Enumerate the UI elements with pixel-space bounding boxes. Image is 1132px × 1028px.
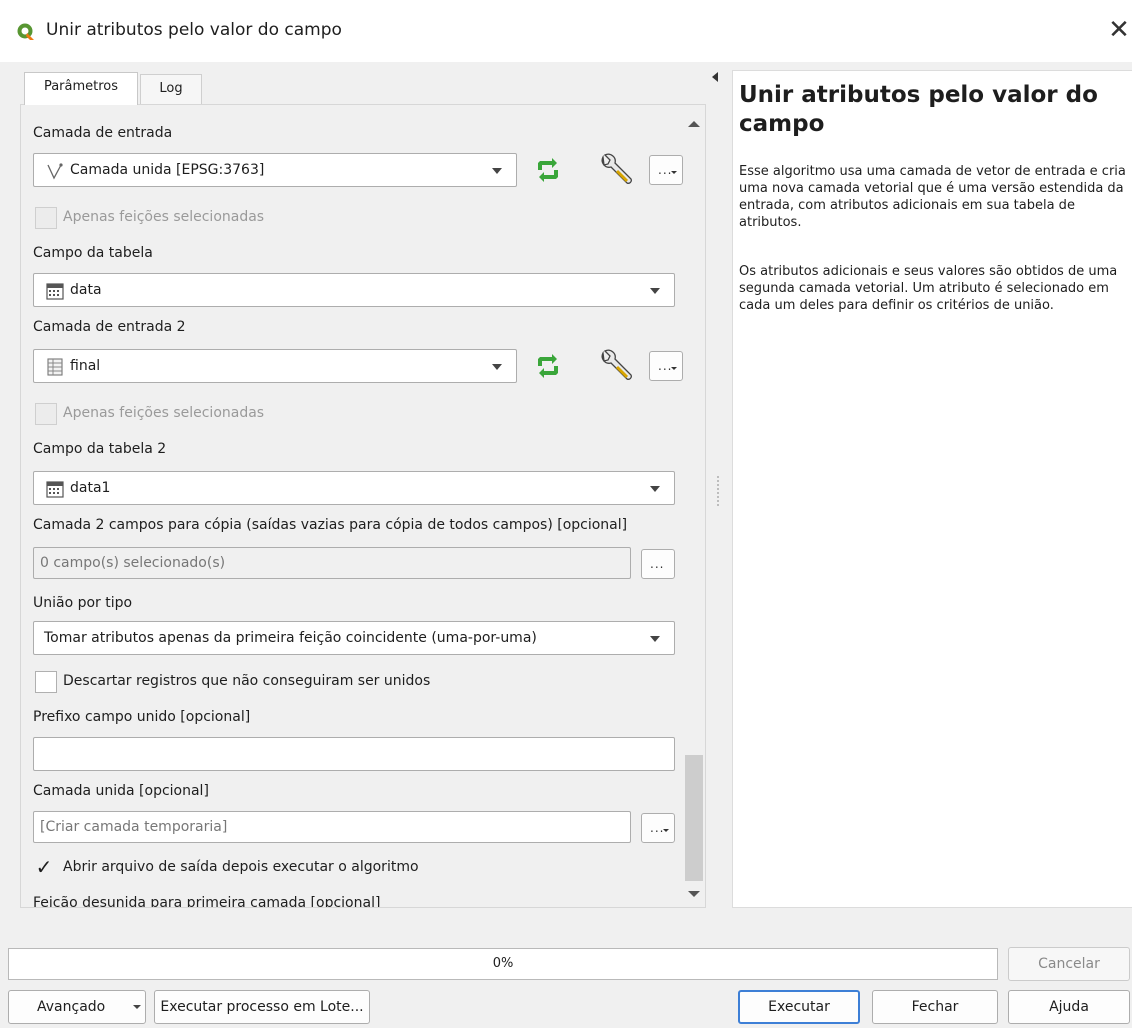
table-layer-icon xyxy=(47,358,63,376)
cancel-button[interactable]: Cancelar xyxy=(1008,947,1130,981)
dots-label: ... xyxy=(658,359,673,373)
discard-nonmatching-checkbox[interactable] xyxy=(35,671,57,693)
join-type-label: União por tipo xyxy=(33,595,133,611)
chevron-down-icon xyxy=(663,829,669,832)
scroll-up-icon[interactable] xyxy=(688,121,700,127)
vertical-scrollbar[interactable] xyxy=(683,105,705,907)
tab-parametros[interactable]: Parâmetros xyxy=(24,72,138,105)
chevron-down-icon xyxy=(650,288,660,294)
help-title: Unir atributos pelo valor do campo xyxy=(739,82,1098,137)
help-panel: Unir atributos pelo valor do campo Esse … xyxy=(732,70,1132,908)
help-paragraph-1: Esse algoritmo usa uma camada de vetor d… xyxy=(739,164,1126,230)
chevron-down-icon xyxy=(133,1005,141,1009)
table-field-2-value: data1 xyxy=(70,480,111,496)
scroll-down-icon[interactable] xyxy=(688,891,700,897)
chevron-down-icon xyxy=(671,367,677,370)
collapse-panel-icon[interactable] xyxy=(712,72,718,82)
selected-only-label-1: Apenas feições selecionadas xyxy=(63,209,265,225)
iterate-icon[interactable] xyxy=(531,155,565,185)
joined-layer-input[interactable]: [Criar camada temporaria] xyxy=(33,811,631,843)
close-icon[interactable]: ✕ xyxy=(1106,16,1132,46)
window-title: Unir atributos pelo valor do campo xyxy=(46,20,342,40)
join-type-value: Tomar atributos apenas da primeira feiçã… xyxy=(44,630,537,646)
table-field-label: Campo da tabela xyxy=(33,245,153,261)
selected-only-checkbox-2[interactable] xyxy=(35,403,57,425)
dots-label: ... xyxy=(658,163,673,177)
fields-to-copy-value: 0 campo(s) selecionado(s) xyxy=(40,555,226,571)
progress-text: 0% xyxy=(492,956,514,971)
dots-label: ... xyxy=(650,557,665,571)
chevron-down-icon xyxy=(492,364,502,370)
open-output-checkbox[interactable]: ✓ xyxy=(33,857,55,879)
progress-bar: 0% xyxy=(8,948,998,980)
help-paragraph-2: Os atributos adicionais e seus valores s… xyxy=(739,264,1118,313)
open-output-label: Abrir arquivo de saída depois executar o… xyxy=(63,859,419,875)
join-type-combo[interactable]: Tomar atributos apenas da primeira feiçã… xyxy=(33,621,675,655)
run-button[interactable]: Executar xyxy=(738,990,860,1024)
help-button[interactable]: Ajuda xyxy=(1008,990,1130,1024)
fields-to-copy-button[interactable]: ... xyxy=(641,549,675,579)
joined-layer-label: Camada unida [opcional] xyxy=(33,783,209,799)
selected-only-checkbox-1[interactable] xyxy=(35,207,57,229)
table-field-combo[interactable]: data xyxy=(33,273,675,307)
chevron-down-icon xyxy=(650,486,660,492)
input-layer-options-button[interactable]: ... xyxy=(649,155,683,185)
table-field-2-label: Campo da tabela 2 xyxy=(33,441,167,457)
input-layer-2-label: Camada de entrada 2 xyxy=(33,319,186,335)
advanced-button[interactable]: Avançado xyxy=(8,990,146,1024)
fields-to-copy-label: Camada 2 campos para cópia (saídas vazia… xyxy=(33,517,628,533)
table-field-value: data xyxy=(70,282,102,298)
splitter-handle[interactable] xyxy=(717,476,719,506)
prefix-label: Prefixo campo unido [opcional] xyxy=(33,709,251,725)
parameters-scroll-area: Camada de entrada Camada unida [EPSG:376… xyxy=(21,105,683,908)
chevron-down-icon xyxy=(492,168,502,174)
dots-label: ... xyxy=(650,821,665,835)
advanced-label: Avançado xyxy=(37,999,106,1015)
joined-layer-options-button[interactable]: ... xyxy=(641,813,675,843)
qgis-logo-icon xyxy=(17,23,34,40)
input-layer-2-value: final xyxy=(70,358,101,374)
parameters-panel: Camada de entrada Camada unida [EPSG:376… xyxy=(20,104,706,908)
batch-process-button[interactable]: Executar processo em Lote... xyxy=(154,990,370,1024)
close-button[interactable]: Fechar xyxy=(872,990,998,1024)
date-field-icon xyxy=(46,283,64,300)
selected-only-label-2: Apenas feições selecionadas xyxy=(63,405,265,421)
date-field-icon xyxy=(46,481,64,498)
line-layer-icon xyxy=(47,163,63,180)
discard-nonmatching-label: Descartar registros que não conseguiram … xyxy=(63,673,431,689)
wrench-icon[interactable] xyxy=(597,349,637,383)
unjoinable-label: Feição desunida para primeira camada [op… xyxy=(33,895,381,908)
chevron-down-icon xyxy=(671,171,677,174)
scrollbar-thumb[interactable] xyxy=(685,755,703,881)
chevron-down-icon xyxy=(650,636,660,642)
input-layer-label: Camada de entrada xyxy=(33,125,173,141)
wrench-icon[interactable] xyxy=(597,153,637,187)
joined-layer-placeholder: [Criar camada temporaria] xyxy=(40,819,228,835)
input-layer-2-options-button[interactable]: ... xyxy=(649,351,683,381)
prefix-input[interactable] xyxy=(33,737,675,771)
input-layer-combo[interactable]: Camada unida [EPSG:3763] xyxy=(33,153,517,187)
tab-log[interactable]: Log xyxy=(140,74,202,104)
input-layer-2-combo[interactable]: final xyxy=(33,349,517,383)
input-layer-value: Camada unida [EPSG:3763] xyxy=(70,162,265,178)
iterate-icon[interactable] xyxy=(531,351,565,381)
fields-to-copy-field[interactable]: 0 campo(s) selecionado(s) xyxy=(33,547,631,579)
table-field-2-combo[interactable]: data1 xyxy=(33,471,675,505)
